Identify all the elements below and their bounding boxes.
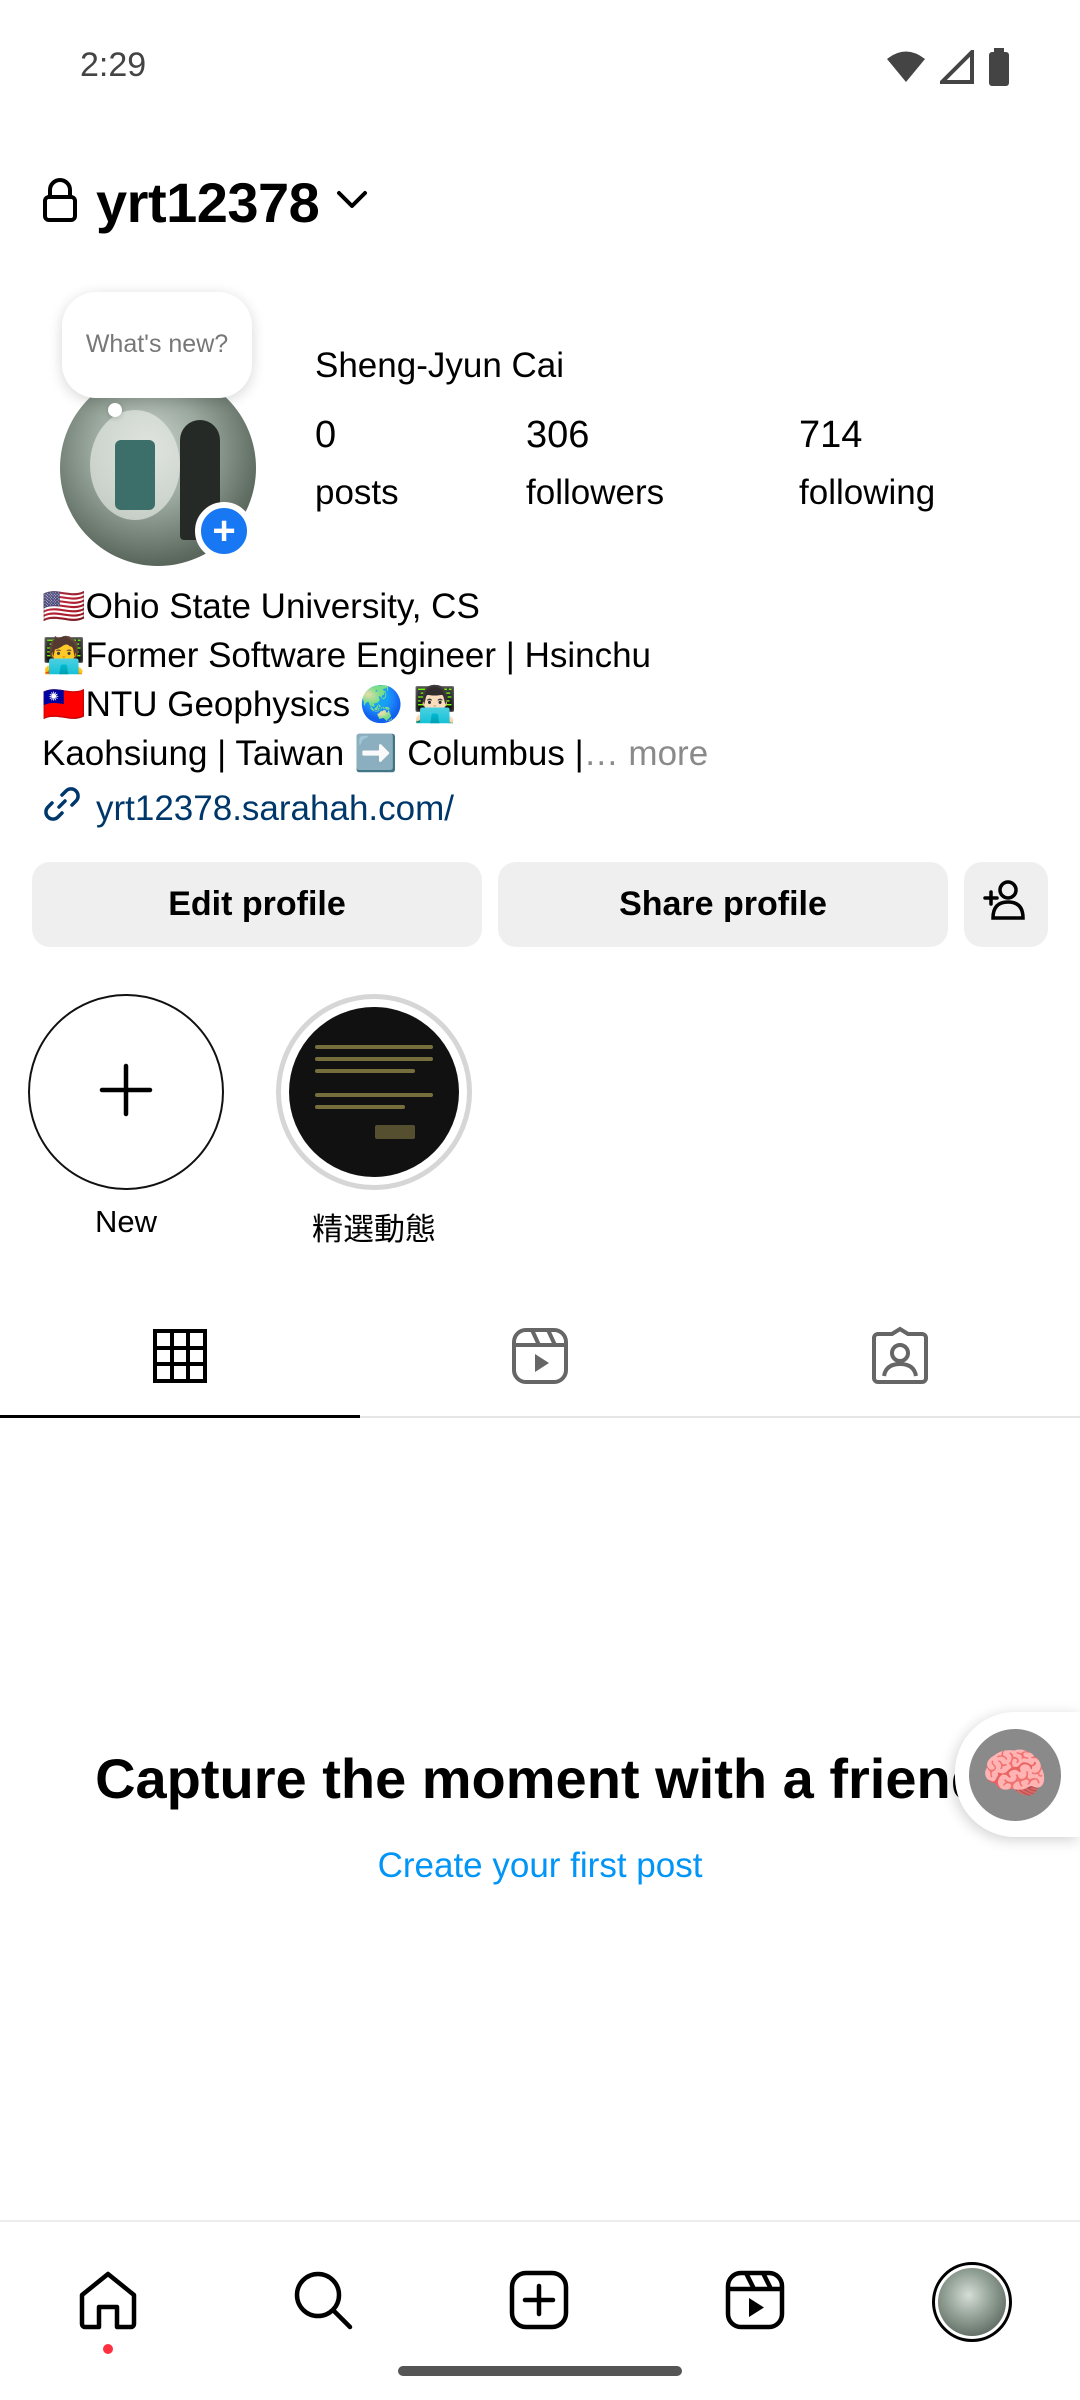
stat-posts[interactable]: 0 posts — [315, 414, 399, 513]
nav-search[interactable] — [268, 2252, 378, 2352]
tab-tagged[interactable] — [720, 1300, 1080, 1416]
stat-following[interactable]: 714 following — [799, 414, 935, 513]
brain-icon: 🧠 — [969, 1728, 1061, 1821]
bio: 🇺🇸Ohio State University, CS 🧑‍💻Former So… — [42, 582, 1042, 778]
bio-line: Kaohsiung | Taiwan ➡️ Columbus |… more — [42, 729, 1042, 778]
highlight-cover — [289, 1007, 459, 1177]
signal-icon — [937, 47, 974, 89]
link-icon — [42, 784, 82, 833]
highlight-label: 精選動態 — [312, 1212, 436, 1247]
grid-icon — [152, 1328, 208, 1389]
status-time: 2:29 — [80, 46, 147, 84]
bio-line-text: Kaohsiung | Taiwan ➡️ Columbus | — [42, 734, 584, 773]
search-icon — [292, 2269, 354, 2336]
nav-create[interactable] — [484, 2252, 594, 2352]
profile-avatar-small — [932, 2262, 1012, 2342]
bio-line: 🧑‍💻Former Software Engineer | Hsinchu — [42, 636, 652, 675]
add-story-button[interactable]: + — [195, 502, 253, 560]
nav-reels[interactable] — [700, 2252, 810, 2352]
bio-line: 🇺🇸Ohio State University, CS — [42, 587, 480, 626]
create-first-post-link[interactable]: Create your first post — [0, 1846, 1080, 1886]
note-bubble[interactable]: What's new? — [62, 292, 252, 398]
empty-state-title: Capture the moment with a friend — [95, 1747, 985, 1810]
reels-icon — [724, 2269, 786, 2336]
note-bubble-tail — [108, 403, 122, 417]
reels-icon — [510, 1326, 570, 1391]
notification-dot — [103, 2344, 113, 2354]
edit-profile-button[interactable]: Edit profile — [32, 862, 482, 947]
status-icons — [886, 47, 1010, 91]
floating-assistant-bubble[interactable]: 🧠 — [955, 1712, 1080, 1837]
stat-followers[interactable]: 306 followers — [526, 414, 664, 513]
stat-number: 714 — [799, 414, 863, 456]
create-icon — [508, 2269, 570, 2336]
stat-number: 0 — [315, 414, 337, 456]
home-indicator — [398, 2366, 682, 2376]
active-tab-indicator — [0, 1415, 360, 1418]
battery-icon — [988, 48, 1010, 91]
bio-website[interactable]: yrt12378.sarahah.com/ — [42, 784, 454, 833]
share-profile-button[interactable]: Share profile — [498, 862, 948, 947]
profile-stats: 0 posts 306 followers 714 following — [315, 414, 1055, 524]
nav-home[interactable] — [53, 2252, 163, 2354]
profile-header: yrt12378 — [40, 170, 369, 235]
chevron-down-icon[interactable] — [335, 188, 369, 217]
discover-people-button[interactable] — [964, 862, 1048, 947]
new-highlight-circle[interactable] — [28, 994, 224, 1190]
status-bar: 2:29 — [0, 0, 1080, 130]
lock-icon — [40, 177, 80, 228]
highlight-label: New — [94, 1204, 157, 1239]
nav-profile[interactable] — [917, 2252, 1027, 2352]
tagged-icon — [870, 1326, 930, 1391]
stat-label: followers — [526, 473, 665, 512]
highlight-item[interactable]: 精選動態 — [274, 994, 474, 1249]
website-text[interactable]: yrt12378.sarahah.com/ — [96, 789, 454, 829]
stat-label: posts — [315, 473, 399, 512]
tab-reels[interactable] — [360, 1300, 720, 1416]
username-title[interactable]: yrt12378 — [96, 170, 320, 235]
add-person-icon — [982, 878, 1030, 931]
highlight-new[interactable]: New — [26, 994, 226, 1240]
display-name: Sheng-Jyun Cai — [315, 346, 565, 385]
plus-icon — [98, 1062, 154, 1123]
wifi-icon — [886, 50, 926, 89]
stat-label: following — [799, 473, 936, 512]
stat-number: 306 — [526, 414, 590, 456]
profile-tabs — [0, 1300, 1080, 1418]
home-icon — [77, 2269, 139, 2336]
highlight-ring[interactable] — [276, 994, 472, 1190]
bio-line: 🇹🇼NTU Geophysics 🌏 👨🏻‍💻 — [42, 685, 457, 724]
bio-more-link[interactable]: … more — [584, 734, 708, 773]
tab-posts-grid[interactable] — [0, 1300, 360, 1418]
